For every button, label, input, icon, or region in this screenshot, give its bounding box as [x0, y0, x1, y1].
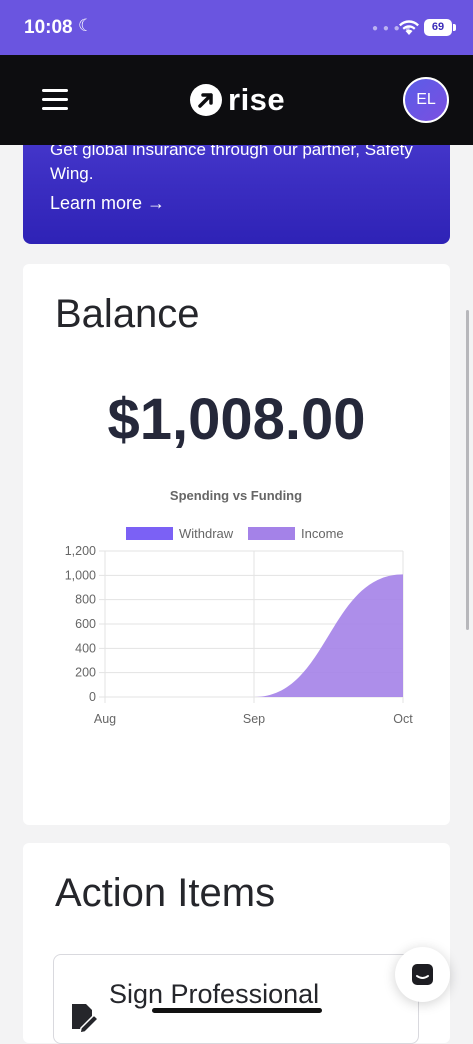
x-tick-label: Aug — [94, 712, 116, 726]
y-tick-label: 400 — [75, 641, 96, 655]
y-tick-label: 0 — [89, 690, 96, 704]
promo-text: Get global insurance through our partner… — [50, 145, 413, 183]
status-time: 10:08 — [24, 17, 73, 38]
y-tick-label: 200 — [75, 666, 96, 680]
legend-label: Withdraw — [179, 526, 234, 541]
rise-logo-icon — [190, 84, 222, 116]
chat-icon — [412, 964, 433, 985]
y-tick-label: 1,200 — [65, 544, 96, 558]
scrollbar[interactable] — [466, 310, 469, 630]
chart-title: Spending vs Funding — [170, 488, 302, 503]
menu-line — [42, 107, 68, 110]
spending-vs-funding-chart: Spending vs Funding Withdraw Income 1,200 1,… — [65, 488, 414, 726]
menu-line — [42, 89, 68, 92]
action-items-title: Action Items — [55, 871, 276, 915]
y-tick-label: 800 — [75, 593, 96, 607]
chat-support-button[interactable] — [395, 947, 450, 1002]
y-tick-label: 600 — [75, 617, 96, 631]
action-items-card: Action Items Sign Professional — [23, 843, 450, 1044]
logo-text: rise — [228, 82, 286, 117]
action-item-label: Sign Professional — [109, 979, 320, 1009]
y-tick-label: 1,000 — [65, 568, 96, 582]
balance-title: Balance — [55, 292, 200, 336]
balance-card: Balance $1,008.00 Spending vs Funding Wit… — [23, 264, 450, 825]
user-avatar[interactable]: EL — [403, 77, 449, 123]
wifi-icon — [399, 20, 419, 35]
home-indicator — [152, 1008, 322, 1013]
document-sign-icon — [72, 1004, 100, 1033]
insurance-promo-banner: Get global insurance through our partner… — [23, 145, 450, 244]
legend-swatch — [126, 527, 173, 540]
top-navbar: rise EL — [0, 55, 473, 145]
learn-more-link[interactable]: Learn more → — [50, 193, 165, 214]
legend-label: Income — [301, 526, 344, 541]
action-item[interactable]: Sign Professional — [53, 954, 419, 1044]
menu-line — [42, 98, 68, 101]
status-bar: 10:08 ☾ ● ● ● ● 69 — [0, 0, 473, 55]
x-tick-label: Sep — [243, 712, 265, 726]
x-tick-label: Oct — [393, 712, 413, 726]
rise-logo[interactable]: rise — [190, 82, 285, 118]
balance-amount: $1,008.00 — [107, 387, 366, 452]
legend-swatch — [248, 527, 295, 540]
battery-indicator: 69 — [424, 19, 456, 36]
moon-icon: ☾ — [78, 16, 94, 35]
hamburger-menu-button[interactable] — [42, 89, 68, 111]
